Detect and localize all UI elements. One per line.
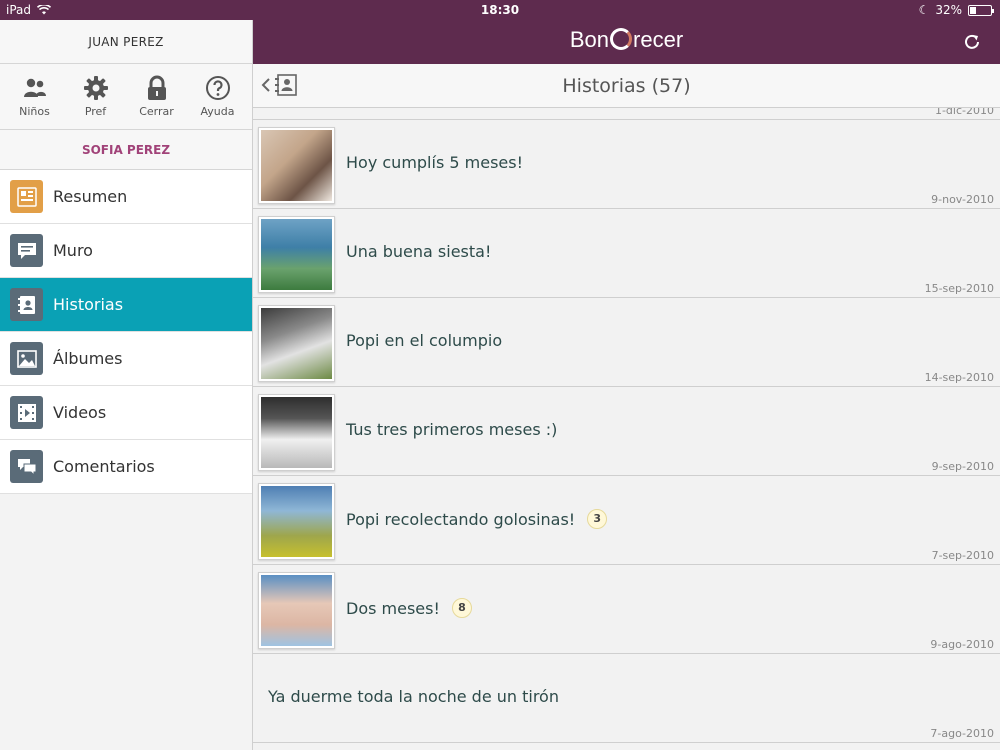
photo-image (261, 486, 332, 557)
story-thumbnail (258, 127, 335, 204)
logo-text-bon: Bon (569, 27, 610, 52)
item-date: 1-dic-2010 (934, 108, 994, 117)
page-title: Historias (57) (562, 75, 691, 97)
help-button[interactable]: Ayuda (189, 75, 247, 118)
sidebar-item-label: Álbumes (53, 349, 123, 368)
refresh-button[interactable] (962, 32, 982, 56)
sidebar-item-comentarios[interactable]: Comentarios (0, 440, 252, 494)
previous-item-date: 1-dic-2010 (253, 108, 1000, 120)
photo-image (261, 575, 332, 646)
wall-icon (10, 234, 43, 267)
sidebar-item-label: Videos (53, 403, 107, 422)
item-date: 9-nov-2010 (931, 193, 994, 206)
tool-label: Pref (84, 105, 107, 118)
page-header: Historias (57) (253, 64, 1000, 108)
item-date: 15-sep-2010 (924, 282, 994, 295)
sidebar: JUAN PEREZ Niños Pref Cerrar Ayuda SOFIA… (0, 20, 253, 750)
summary-icon (10, 180, 43, 213)
story-thumbnail (258, 216, 335, 293)
comment-count-badge: 8 (451, 598, 472, 618)
list-item[interactable]: Popi en el columpio 14-sep-2010 (253, 298, 1000, 387)
comment-count-badge: 3 (587, 509, 608, 529)
preferences-button[interactable]: Pref (67, 75, 125, 118)
list-item[interactable]: Hoy cumplís 5 meses! 9-nov-2010 (253, 120, 1000, 209)
help-icon (205, 76, 230, 100)
toolbar: Niños Pref Cerrar Ayuda (0, 64, 252, 130)
story-title: Hoy cumplís 5 meses! (346, 153, 523, 172)
list-item[interactable]: Una buena siesta! 15-sep-2010 (253, 209, 1000, 298)
logout-button[interactable]: Cerrar (128, 75, 186, 118)
item-date: 14-sep-2010 (924, 371, 994, 384)
list-item[interactable]: Tus tres primeros meses :) 9-sep-2010 (253, 387, 1000, 476)
children-button[interactable]: Niños (6, 75, 64, 118)
list-item[interactable]: Popi recolectando golosinas! 3 7-sep-2010 (253, 476, 1000, 565)
clock: 18:30 (480, 3, 520, 17)
story-thumbnail (258, 483, 335, 560)
story-title: Dos meses! (346, 598, 440, 618)
story-title: Una buena siesta! (346, 242, 492, 261)
sidebar-item-label: Muro (53, 241, 93, 260)
stories-list[interactable]: 1-dic-2010 Hoy cumplís 5 meses! 9-nov-20… (253, 108, 1000, 750)
status-bar: iPad 18:30 ☾ 32% (0, 0, 1000, 20)
item-date: 9-sep-2010 (931, 460, 994, 473)
story-title: Popi en el columpio (346, 331, 503, 350)
photo-image (261, 397, 332, 468)
item-date: 7-sep-2010 (931, 549, 994, 562)
logo-text-recer: recer (633, 27, 684, 52)
app-bar: Bon recer (253, 20, 1000, 64)
photo-image (261, 130, 332, 201)
story-title: Tus tres primeros meses :) (346, 420, 558, 439)
child-name: SOFIA PEREZ (0, 130, 252, 170)
tool-label: Cerrar (139, 105, 174, 118)
stories-icon (10, 288, 43, 321)
story-thumbnail (258, 305, 335, 382)
sidebar-item-historias[interactable]: Historias (0, 278, 252, 332)
user-name: JUAN PEREZ (0, 20, 252, 64)
story-thumbnail (258, 572, 335, 649)
tool-label: Ayuda (200, 105, 235, 118)
logo-c-icon (610, 28, 633, 50)
sidebar-item-label: Comentarios (53, 457, 155, 476)
item-date: 9-ago-2010 (930, 638, 994, 651)
gear-icon (83, 76, 108, 100)
videos-icon (10, 396, 43, 429)
children-icon (23, 78, 46, 97)
sidebar-item-albumes[interactable]: Álbumes (0, 332, 252, 386)
photo-image (261, 219, 332, 290)
sidebar-item-resumen[interactable]: Resumen (0, 170, 252, 224)
app-logo: Bon recer (253, 27, 1000, 53)
battery-icon (968, 4, 994, 16)
story-title: Ya duerme toda la noche de un tirón (268, 687, 559, 706)
list-item[interactable]: Ya duerme toda la noche de un tirón 7-ag… (253, 654, 1000, 743)
comments-icon (10, 450, 43, 483)
story-thumbnail (258, 394, 335, 471)
story-title: Popi recolectando golosinas! (346, 509, 576, 529)
list-item[interactable]: Dos meses! 8 9-ago-2010 (253, 565, 1000, 654)
albums-icon (10, 342, 43, 375)
item-date: 7-ago-2010 (930, 727, 994, 740)
battery-percent: 32% (935, 3, 962, 17)
sidebar-item-videos[interactable]: Videos (0, 386, 252, 440)
sidebar-item-label: Historias (53, 295, 124, 314)
photo-image (261, 308, 332, 379)
refresh-icon (965, 34, 979, 49)
sidebar-item-muro[interactable]: Muro (0, 224, 252, 278)
sidebar-menu: Resumen Muro Historias Álbumes Videos Co… (0, 170, 252, 494)
tool-label: Niños (19, 105, 50, 118)
lock-icon (147, 75, 166, 100)
moon-icon: ☾ (918, 3, 930, 17)
sidebar-item-label: Resumen (53, 187, 128, 206)
